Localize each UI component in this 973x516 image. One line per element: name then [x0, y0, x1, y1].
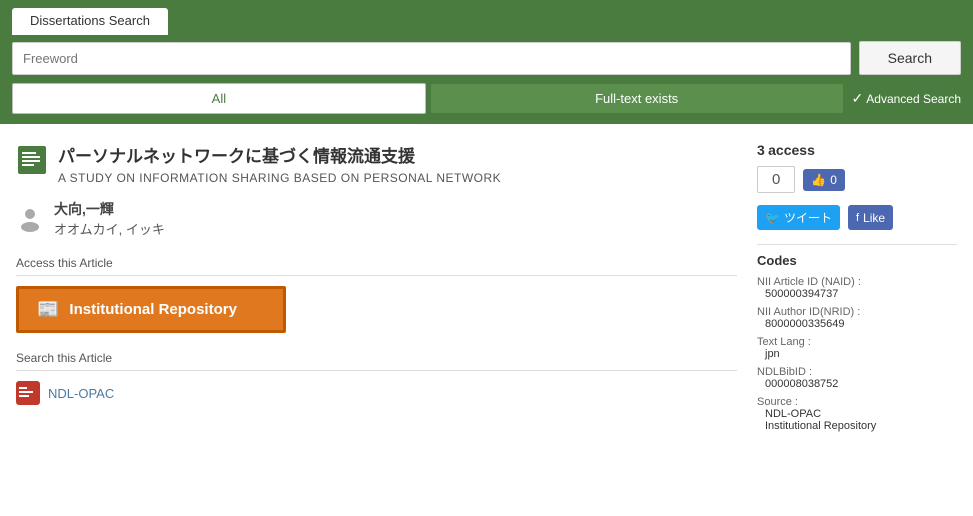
source-value1: NDL-OPAC: [757, 408, 957, 420]
institutional-repository-button[interactable]: 📰 Institutional Repository: [16, 286, 286, 333]
nrid-value: 8000000335649: [757, 318, 957, 330]
source-label: Source :: [757, 396, 957, 408]
like-count: 0: [830, 173, 837, 187]
tweet-label: ツイート: [784, 209, 832, 226]
article-title-ja: パーソナルネットワークに基づく情報流通支援: [58, 142, 501, 167]
search-input[interactable]: [12, 42, 851, 75]
author-icon: [16, 205, 44, 233]
checkmark-icon: ✓: [852, 90, 864, 107]
ndl-opac-icon: [16, 381, 40, 405]
naid-value: 500000394737: [757, 288, 957, 300]
naid-label: NII Article ID (NAID) :: [757, 276, 957, 288]
naid-item: NII Article ID (NAID) : 500000394737: [757, 276, 957, 300]
tweet-button[interactable]: 🐦 ツイート: [757, 205, 840, 230]
access-count-box: 0: [757, 166, 795, 193]
thumbs-up-icon: 👍: [811, 173, 826, 187]
title-text: パーソナルネットワークに基づく情報流通支援 A STUDY ON INFORMA…: [58, 142, 501, 185]
twitter-icon: 🐦: [765, 211, 780, 225]
author-text: 大向,一輝 オオムカイ, イッキ: [54, 199, 165, 238]
repo-button-label: Institutional Repository: [69, 301, 237, 318]
search-section-label: Search this Article: [16, 351, 737, 371]
author-section: 大向,一輝 オオムカイ, イッキ: [16, 199, 737, 238]
filter-all-button[interactable]: All: [12, 83, 426, 114]
content-right: 3 access 0 👍 0 🐦 ツイート f Like Codes: [757, 142, 957, 438]
content-left: パーソナルネットワークに基づく情報流通支援 A STUDY ON INFORMA…: [16, 142, 737, 438]
search-button[interactable]: Search: [859, 41, 961, 75]
main-content: パーソナルネットワークに基づく情報流通支援 A STUDY ON INFORMA…: [0, 124, 973, 450]
lang-item: Text Lang : jpn: [757, 336, 957, 360]
ndl-opac-link[interactable]: NDL-OPAC: [16, 381, 737, 405]
author-name-kana: オオムカイ, イッキ: [54, 219, 165, 238]
title-section: パーソナルネットワークに基づく情報流通支援 A STUDY ON INFORMA…: [16, 142, 737, 185]
codes-title: Codes: [757, 253, 957, 268]
codes-section: Codes NII Article ID (NAID) : 5000003947…: [757, 244, 957, 432]
social-row: 0 👍 0: [757, 166, 957, 193]
author-name-ja: 大向,一輝: [54, 199, 165, 219]
access-label: access: [768, 142, 815, 158]
search-article-section: Search this Article NDL-OPAC: [16, 351, 737, 405]
lang-label: Text Lang :: [757, 336, 957, 348]
ndlbbid-label: NDLBibID :: [757, 366, 957, 378]
ndlbbid-value: 000008038752: [757, 378, 957, 390]
access-number: 3: [757, 142, 765, 158]
lang-value: jpn: [757, 348, 957, 360]
document-icon: [16, 144, 48, 176]
social-buttons: 🐦 ツイート f Like: [757, 205, 957, 230]
filter-fulltext-button[interactable]: Full-text exists: [430, 83, 844, 114]
ndlbbid-item: NDLBibID : 000008038752: [757, 366, 957, 390]
facebook-icon: f: [856, 212, 859, 224]
header: Dissertations Search Search All Full-tex…: [0, 0, 973, 124]
dissertations-search-tab[interactable]: Dissertations Search: [12, 8, 168, 35]
access-count: 3 access: [757, 142, 957, 158]
like-button[interactable]: 👍 0: [803, 169, 845, 191]
access-section-label: Access this Article: [16, 256, 737, 276]
source-item: Source : NDL-OPAC Institutional Reposito…: [757, 396, 957, 432]
advanced-search-link[interactable]: ✓ Advanced Search: [852, 90, 961, 107]
article-title-en: A STUDY ON INFORMATION SHARING BASED ON …: [58, 171, 501, 185]
nrid-label: NII Author ID(NRID) :: [757, 306, 957, 318]
ndl-opac-label: NDL-OPAC: [48, 386, 114, 401]
nrid-item: NII Author ID(NRID) : 8000000335649: [757, 306, 957, 330]
facebook-like-button[interactable]: f Like: [848, 205, 893, 230]
fb-like-label: Like: [863, 211, 885, 225]
source-value2: Institutional Repository: [757, 420, 957, 432]
external-link-icon: 📰: [37, 299, 59, 320]
